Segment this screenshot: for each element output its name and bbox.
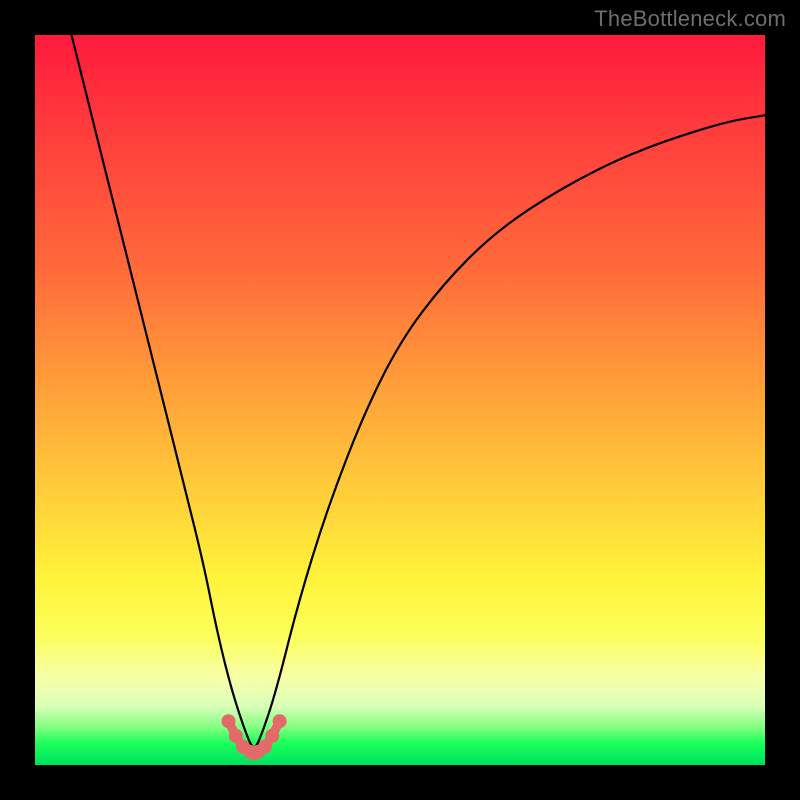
valley-marker [251,745,265,759]
chart-frame: TheBottleneck.com [0,0,800,800]
valley-marker [265,729,279,743]
valley-marker [247,746,261,760]
valley-marker [229,729,243,743]
plot-area [35,35,765,765]
valley-marker [222,714,236,728]
curve-svg [35,35,765,765]
watermark-text: TheBottleneck.com [594,6,786,32]
valley-marker [258,740,272,754]
valley-markers [222,714,287,760]
valley-marker [273,714,287,728]
valley-marker [236,740,250,754]
valley-marker [243,745,257,759]
valley-connector [229,721,280,753]
bottleneck-curve [72,35,766,747]
